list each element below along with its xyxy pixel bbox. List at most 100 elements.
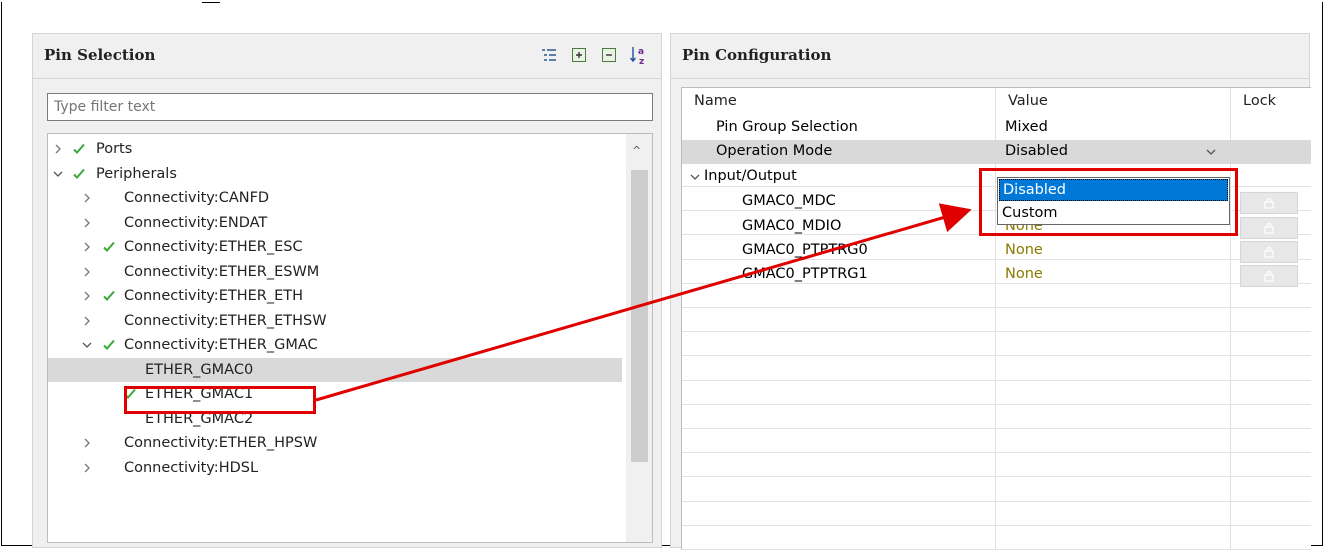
check-icon [72,167,86,181]
pin-tree[interactable]: Connectivity:HDSL Connectivity:ETHER_HPSW… [47,133,653,543]
filter-input[interactable] [47,93,653,121]
chevron-down-icon[interactable] [51,167,65,181]
tree-item-label: ETHER_GMAC1 [145,386,254,402]
show-list-icon[interactable] [539,45,559,65]
tree-item[interactable]: ETHER_GMAC1 [48,382,622,406]
check-icon [102,240,116,254]
lock-icon[interactable] [1240,192,1298,214]
tree-item-label: Connectivity:ETHER_ETH [124,288,304,304]
row-divider [682,282,1311,284]
row-divider [682,428,1311,429]
column-header-value[interactable]: Value [1008,93,1048,109]
tree-item[interactable]: ETHER_GMAC2 [48,407,622,431]
property-value[interactable]: None [1005,242,1043,258]
tree-item-label: Ports [96,141,133,157]
property-name: GMAC0_PTPTRG1 [742,266,868,282]
combo-dropdown-icon[interactable] [1206,145,1216,161]
tree-item-label: Connectivity:ETHER_HPSW [124,435,318,451]
tree-item[interactable]: Connectivity:ETHER_ESWM [48,260,622,284]
check-icon [102,338,116,352]
chevron-right-icon[interactable] [80,289,94,303]
tree-item-label: Connectivity:ETHER_ESC [124,239,303,255]
row-divider [682,379,1311,381]
check-icon [72,142,86,156]
tree-item[interactable]: ETHER_GMAC0 [48,357,622,382]
tree-item-label: Connectivity:HDSL [124,459,259,476]
sort-az-icon[interactable]: az [629,45,649,65]
lock-icon[interactable] [1240,217,1298,239]
row-divider [682,331,1311,333]
row-divider [682,500,1311,502]
tree-item[interactable]: Connectivity:HDSL [48,456,622,480]
panel-title: Pin Configuration [682,46,832,64]
tree-item[interactable]: Connectivity:ETHER_HPSW [48,431,622,455]
collapse-all-icon[interactable] [599,45,619,65]
operation-mode-combo[interactable]: Disabled [1005,143,1068,159]
pin-selection-panel: Pin Selection az Connectivity:HDSLConnec… [32,33,662,548]
chevron-right-icon[interactable] [80,240,94,254]
pin-configuration-header: Pin Configuration [671,34,1309,79]
property-value[interactable]: Mixed [1005,119,1048,135]
expand-all-icon[interactable] [569,45,589,65]
scroll-up-icon[interactable]: ^ [632,144,641,157]
svg-text:z: z [639,57,644,65]
check-icon [123,387,137,401]
lock-icon[interactable] [1240,265,1298,287]
chevron-down-icon[interactable] [688,170,702,184]
lock-icon[interactable] [1240,241,1298,263]
tree-item[interactable]: Connectivity:ETHER_ETH [48,284,622,308]
check-icon [102,289,116,303]
pin-configuration-table: Name Value Lock Pin Group Selection Mixed Ope… [681,87,1311,550]
tree-scrollbar[interactable]: ^ [626,134,652,542]
row-divider [682,355,1311,357]
chevron-right-icon[interactable] [80,436,94,450]
row-divider [682,307,1311,308]
pin-selection-toolbar: az [539,45,649,65]
tree-item-label: Peripherals [96,165,177,182]
property-name: GMAC0_PTPTRG0 [742,242,868,258]
dropdown-option[interactable]: Disabled [999,179,1228,201]
row-divider [682,258,1311,260]
tree-item-label: Connectivity:CANFD [124,190,270,206]
operation-mode-dropdown[interactable]: Disabled Custom [997,177,1230,225]
tree-item[interactable]: Connectivity:ENDAT [48,211,622,235]
tree-item-label: ETHER_GMAC2 [145,410,254,427]
pin-selection-header: Pin Selection az [33,34,661,79]
property-name: GMAC0_MDIO [742,218,842,234]
tree-item[interactable]: Peripherals [48,162,622,186]
row-divider [682,403,1311,405]
tree-item[interactable]: Connectivity:ETHER_GMAC [48,333,622,357]
row-divider [682,476,1311,478]
row-divider [682,452,1311,454]
tree-item-label: ETHER_GMAC0 [145,361,254,378]
scrollbar-thumb[interactable] [631,170,648,462]
tree-item[interactable]: Connectivity:ETHER_ESC [48,235,622,259]
tree-item-label: Connectivity:ETHER_GMAC [124,337,318,353]
chevron-right-icon[interactable] [80,461,94,475]
chevron-right-icon[interactable] [51,142,65,156]
svg-text:a: a [638,47,644,57]
chevron-right-icon[interactable] [80,216,94,230]
tree-item-label: Connectivity:ETHER_ESWM [124,263,320,280]
column-header-name[interactable]: Name [694,93,737,109]
panel-title: Pin Selection [44,46,156,64]
tree-item[interactable]: Ports [48,137,622,161]
tree-item-label: Connectivity:ETHER_ETHSW [124,312,327,329]
property-name: Operation Mode [716,143,833,159]
property-name: GMAC0_MDC [742,193,836,209]
property-value[interactable]: None [1005,266,1043,282]
property-name: Pin Group Selection [716,119,858,135]
column-header-lock[interactable]: Lock [1243,93,1276,109]
tree-item-label: Connectivity:ENDAT [124,214,268,231]
chevron-right-icon[interactable] [80,265,94,279]
row-divider [682,524,1311,526]
tree-item[interactable]: Connectivity:CANFD [48,186,622,210]
chevron-right-icon[interactable] [80,314,94,328]
pin-configuration-panel: Pin Configuration Name Value Lock Pin Group… [670,33,1311,550]
property-name: Input/Output [704,168,797,184]
dropdown-option[interactable]: Custom [999,202,1228,224]
chevron-right-icon[interactable] [80,191,94,205]
chevron-down-icon[interactable] [80,338,94,352]
tree-item[interactable]: Connectivity:ETHER_ETHSW [48,309,622,333]
row-divider [682,234,1311,236]
